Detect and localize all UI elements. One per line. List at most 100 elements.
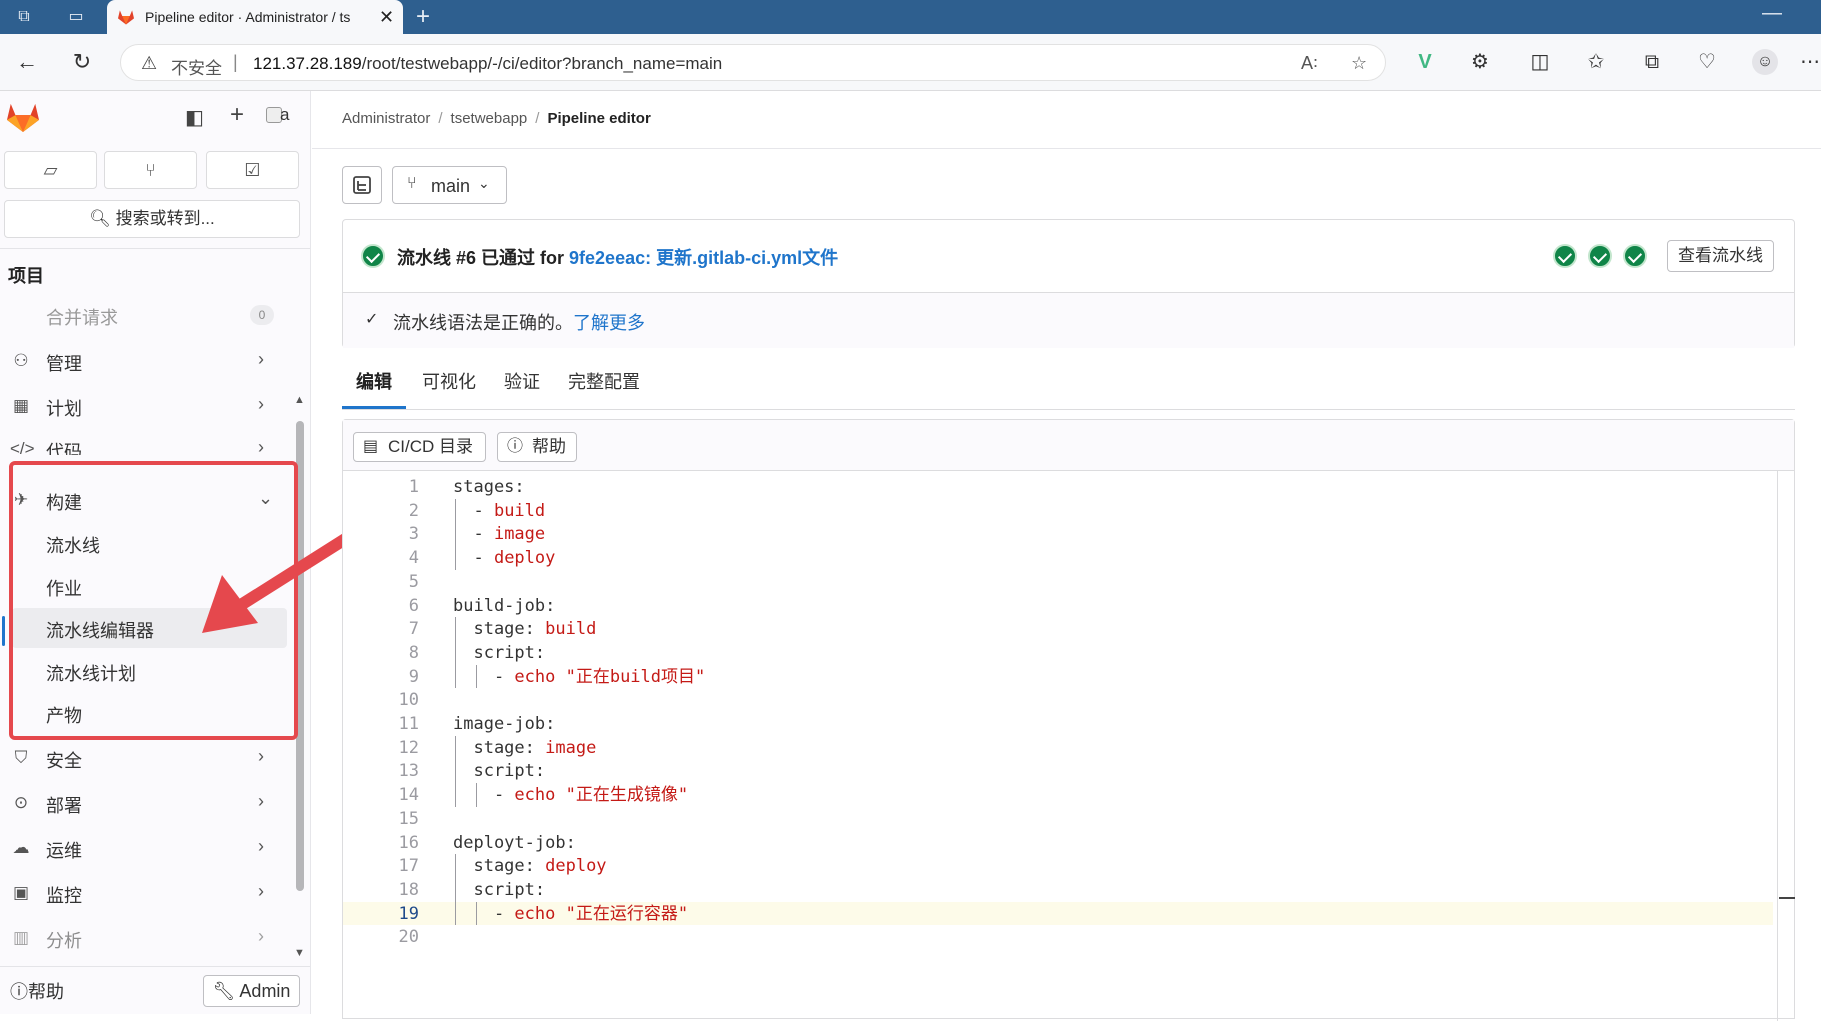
tab-visualize[interactable]: 可视化 bbox=[422, 368, 476, 394]
code-line[interactable]: 8 script: bbox=[343, 641, 1773, 665]
browser-essentials-icon[interactable]: ♡ bbox=[1694, 49, 1720, 75]
code-line[interactable]: 9 - echo "正在build项目" bbox=[343, 665, 1773, 689]
avatar[interactable]: a bbox=[266, 105, 296, 131]
code-line[interactable]: 2 - build bbox=[343, 499, 1773, 523]
extensions-icon[interactable]: ⚙ bbox=[1467, 49, 1493, 75]
help-button[interactable]: ⓘ帮助 bbox=[497, 432, 577, 462]
profile-icon[interactable]: ☺ bbox=[1752, 49, 1778, 75]
editor-tabs: 编辑 可视化 验证 完整配置 bbox=[342, 358, 1795, 410]
learn-more-link[interactable]: 了解更多 bbox=[573, 313, 645, 333]
code-line[interactable]: 1 stages: bbox=[343, 475, 1773, 499]
code-line[interactable]: 4 - deploy bbox=[343, 546, 1773, 570]
tab-validate[interactable]: 验证 bbox=[504, 368, 540, 394]
branch-selector[interactable]: ⑂ main ⌄ bbox=[392, 166, 507, 204]
sidebar-item-analyze[interactable]: ▥ 分析 › bbox=[0, 918, 300, 958]
code-line[interactable]: 11 image-job: bbox=[343, 712, 1773, 736]
close-tab-icon[interactable]: ✕ bbox=[379, 7, 394, 27]
create-new-icon[interactable]: + bbox=[230, 103, 244, 127]
gitlab-favicon-icon bbox=[118, 10, 134, 25]
code-line[interactable]: 15 bbox=[343, 807, 1773, 831]
chevron-right-icon: › bbox=[258, 881, 264, 901]
more-icon[interactable]: ⋯ bbox=[1800, 49, 1820, 75]
code-line[interactable]: 5 bbox=[343, 570, 1773, 594]
tab-full-config[interactable]: 完整配置 bbox=[568, 368, 640, 394]
breadcrumb-root[interactable]: Administrator bbox=[342, 110, 430, 127]
code-line[interactable]: 18 script: bbox=[343, 878, 1773, 902]
sidebar-item-monitor[interactable]: ▣ 监控 › bbox=[0, 873, 300, 913]
todos-button[interactable]: ☑ bbox=[206, 151, 299, 189]
branch-name: main bbox=[431, 176, 471, 196]
tab-actions-icon[interactable]: ▭ bbox=[66, 7, 86, 27]
warning-icon[interactable]: ⚠ bbox=[141, 53, 157, 74]
new-tab-icon[interactable]: + bbox=[416, 4, 430, 30]
merge-requests-button[interactable]: ⑂ bbox=[104, 151, 197, 189]
vue-devtools-icon[interactable]: V bbox=[1412, 49, 1438, 75]
chevron-right-icon: › bbox=[258, 791, 264, 811]
url-text[interactable]: 121.37.28.189/root/testwebapp/-/ci/edito… bbox=[253, 54, 722, 74]
code-line[interactable]: 14 - echo "正在生成镜像" bbox=[343, 783, 1773, 807]
cicd-catalog-button[interactable]: ▤ CI/CD 目录 bbox=[353, 432, 486, 462]
line-number: 17 bbox=[398, 856, 419, 877]
help-icon: ⓘ bbox=[10, 982, 28, 1002]
sidebar-item-deploy[interactable]: ⊙ 部署 › bbox=[0, 783, 300, 823]
code-line[interactable]: 6 build-job: bbox=[343, 594, 1773, 618]
code-line[interactable]: 7 stage: build bbox=[343, 617, 1773, 641]
code-line[interactable]: 3 - image bbox=[343, 522, 1773, 546]
browser-tab[interactable]: Pipeline editor · Administrator / ts ✕ bbox=[107, 0, 403, 34]
success-status-icon[interactable] bbox=[361, 244, 385, 268]
breadcrumb-current[interactable]: Pipeline editor bbox=[547, 110, 650, 127]
view-pipeline-button[interactable]: 查看流水线 bbox=[1667, 240, 1774, 272]
code-area[interactable]: 1 stages: 2 - build 3 - image 4 - deploy 5 6 bu… bbox=[343, 471, 1794, 1021]
code-line[interactable]: 19 - echo "正在运行容器" bbox=[343, 901, 1773, 926]
file-tree-button[interactable] bbox=[342, 166, 382, 204]
active-indicator bbox=[2, 616, 5, 646]
sidebar-item-manage[interactable]: ⚇ 管理 › bbox=[0, 341, 300, 381]
sidebar-item-code[interactable]: </> 代码 › bbox=[0, 429, 300, 455]
chevron-right-icon: › bbox=[258, 394, 264, 414]
stage-deploy-status-icon[interactable] bbox=[1623, 244, 1647, 268]
code-text: image-job: bbox=[453, 714, 556, 734]
issues-button[interactable]: ▱ bbox=[4, 151, 97, 189]
collapse-sidebar-icon[interactable]: ◧ bbox=[185, 107, 204, 129]
line-number: 7 bbox=[408, 619, 419, 640]
code-line[interactable]: 16 deployt-job: bbox=[343, 831, 1773, 855]
stage-image-status-icon[interactable] bbox=[1588, 244, 1612, 268]
help-button[interactable]: ⓘ帮助 bbox=[10, 978, 64, 1004]
admin-button[interactable]: 🔧︎ Admin bbox=[203, 975, 300, 1007]
sidebar-item-plan[interactable]: ▦ 计划 › bbox=[0, 386, 300, 426]
code-line[interactable]: 13 script: bbox=[343, 759, 1773, 783]
code-line[interactable]: 10 bbox=[343, 688, 1773, 712]
back-icon[interactable]: ← bbox=[14, 49, 40, 75]
minimize-icon[interactable]: — bbox=[1762, 2, 1782, 25]
scroll-down-icon[interactable]: ▼ bbox=[294, 947, 305, 959]
gitlab-logo-icon[interactable] bbox=[6, 101, 40, 133]
favorites-icon[interactable]: ✩ bbox=[1583, 49, 1609, 75]
url-field[interactable]: ⚠ 不安全 | 121.37.28.189/root/testwebapp/-/… bbox=[120, 44, 1386, 81]
commit-link[interactable]: 9fe2eeac: 更新.gitlab-ci.yml文件 bbox=[569, 248, 838, 268]
favorite-star-icon[interactable]: ☆ bbox=[1351, 53, 1367, 74]
search-button[interactable]: 🔍︎ 搜索或转到... bbox=[4, 200, 300, 238]
tab-edit[interactable]: 编辑 bbox=[356, 368, 392, 394]
insecure-label[interactable]: 不安全 bbox=[171, 54, 222, 79]
reload-icon[interactable]: ↻ bbox=[69, 49, 95, 75]
stage-build-status-icon[interactable] bbox=[1553, 244, 1577, 268]
read-aloud-icon[interactable]: A꞉ bbox=[1301, 53, 1318, 74]
line-number: 8 bbox=[408, 642, 419, 663]
code-line[interactable]: 17 stage: deploy bbox=[343, 854, 1773, 878]
sidebar-item-operate[interactable]: ☁ 运维 › bbox=[0, 828, 300, 868]
code-icon: </> bbox=[10, 439, 35, 455]
chevron-right-icon: › bbox=[258, 836, 264, 856]
workspaces-icon[interactable]: ⧉ bbox=[14, 7, 34, 27]
code-text: stage: build bbox=[453, 619, 597, 640]
sidebar-item-security[interactable]: ⛉ 安全 › bbox=[0, 738, 300, 778]
code-line[interactable]: 12 stage: image bbox=[343, 736, 1773, 760]
chevron-right-icon: › bbox=[258, 746, 264, 766]
code-line[interactable]: 20 bbox=[343, 925, 1773, 949]
line-number: 14 bbox=[398, 785, 419, 806]
line-number: 12 bbox=[398, 737, 419, 758]
tab-title: Pipeline editor · Administrator / ts bbox=[145, 9, 351, 25]
split-screen-icon[interactable]: ◫ bbox=[1527, 49, 1553, 75]
indent-guide bbox=[455, 617, 456, 689]
collections-icon[interactable]: ⧉ bbox=[1639, 49, 1665, 75]
breadcrumb-project[interactable]: tsetwebapp bbox=[451, 110, 528, 127]
